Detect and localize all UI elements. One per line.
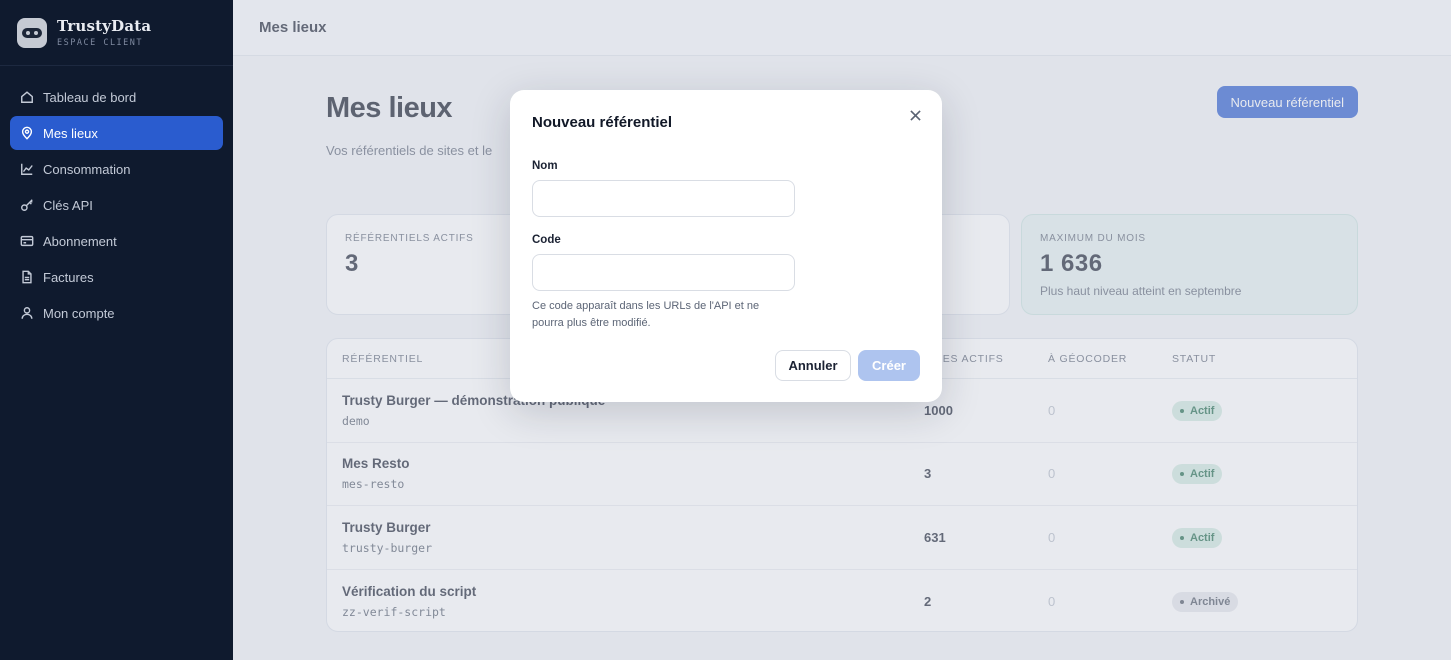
sidebar-item-mes-lieux[interactable]: Mes lieux: [10, 116, 223, 150]
sidebar-item-mon-compte[interactable]: Mon compte: [10, 296, 223, 330]
cancel-button[interactable]: Annuler: [775, 350, 851, 381]
map-pin-icon: [19, 126, 34, 141]
sidebar-item-cles-api[interactable]: Clés API: [10, 188, 223, 222]
sidebar-item-label: Mes lieux: [43, 125, 98, 141]
line-chart-icon: [19, 162, 34, 177]
name-input[interactable]: [532, 180, 795, 217]
home-icon: [19, 90, 34, 105]
close-icon[interactable]: [908, 108, 922, 122]
name-label: Nom: [532, 160, 558, 172]
code-hint: Ce code apparaît dans les URLs de l'API …: [532, 300, 760, 329]
sidebar-item-factures[interactable]: Factures: [10, 260, 223, 294]
sidebar-item-consommation[interactable]: Consommation: [10, 152, 223, 186]
code-label: Code: [532, 234, 561, 246]
sidebar: TrustyData ESPACE CLIENT Tableau de bord…: [0, 0, 233, 660]
sidebar-item-label: Abonnement: [43, 233, 117, 249]
sidebar-item-abonnement[interactable]: Abonnement: [10, 224, 223, 258]
sidebar-item-label: Factures: [43, 269, 94, 285]
sidebar-item-tableau-de-bord[interactable]: Tableau de bord: [10, 80, 223, 114]
user-icon: [19, 306, 34, 321]
sidebar-item-label: Tableau de bord: [43, 89, 137, 105]
sidebar-item-label: Clés API: [43, 197, 93, 213]
key-icon: [19, 198, 34, 213]
code-input[interactable]: [532, 254, 795, 291]
dialog-title: Nouveau référentiel: [532, 114, 673, 131]
brand[interactable]: TrustyData ESPACE CLIENT: [0, 0, 233, 66]
file-icon: [19, 270, 34, 285]
new-referential-dialog: Nouveau référentiel Nom Code Ce code app…: [510, 90, 942, 402]
sidebar-item-label: Consommation: [43, 161, 131, 177]
create-button[interactable]: Créer: [858, 350, 920, 381]
credit-card-icon: [19, 234, 34, 249]
sidebar-nav: Tableau de bord Mes lieux Consommation C…: [0, 66, 233, 330]
sidebar-item-label: Mon compte: [43, 305, 115, 321]
brand-subtitle: ESPACE CLIENT: [57, 38, 144, 48]
brand-name: TrustyData: [57, 17, 152, 35]
robot-logo-icon: [17, 17, 47, 48]
